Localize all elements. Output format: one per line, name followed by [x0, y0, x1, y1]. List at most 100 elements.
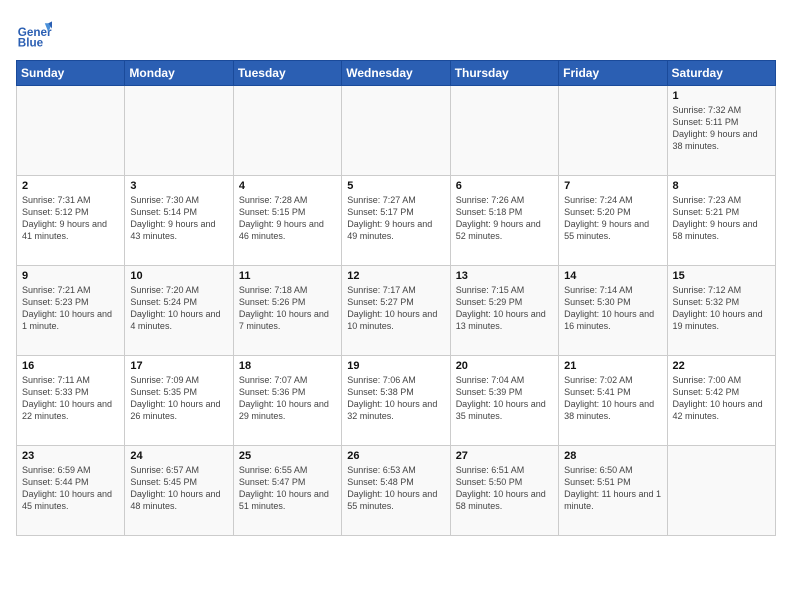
day-number: 14	[564, 270, 661, 282]
logo: General Blue	[16, 16, 56, 52]
day-info: Sunrise: 7:04 AM Sunset: 5:39 PM Dayligh…	[456, 374, 553, 423]
week-row-1: 1 Sunrise: 7:32 AM Sunset: 5:11 PM Daylig…	[17, 86, 776, 176]
day-cell: 1 Sunrise: 7:32 AM Sunset: 5:11 PM Daylig…	[667, 86, 775, 176]
day-number: 18	[239, 360, 336, 372]
day-number: 3	[130, 180, 227, 192]
day-cell: 19 Sunrise: 7:06 AM Sunset: 5:38 PM Dayli…	[342, 356, 450, 446]
day-cell: 4 Sunrise: 7:28 AM Sunset: 5:15 PM Daylig…	[233, 176, 341, 266]
day-cell: 26 Sunrise: 6:53 AM Sunset: 5:48 PM Dayli…	[342, 446, 450, 536]
day-cell: 24Sunrise: 6:57 AM Sunset: 5:45 PM Dayli…	[125, 446, 233, 536]
svg-text:Blue: Blue	[18, 37, 44, 50]
day-number: 21	[564, 360, 661, 372]
calendar-header: SundayMondayTuesdayWednesdayThursdayFrid…	[17, 61, 776, 86]
day-info: Sunrise: 6:55 AM Sunset: 5:47 PM Dayligh…	[239, 464, 336, 513]
day-cell: 14 Sunrise: 7:14 AM Sunset: 5:30 PM Dayli…	[559, 266, 667, 356]
day-cell: 9Sunrise: 7:21 AM Sunset: 5:23 PM Daylig…	[17, 266, 125, 356]
day-cell: 25 Sunrise: 6:55 AM Sunset: 5:47 PM Dayli…	[233, 446, 341, 536]
day-cell: 5Sunrise: 7:27 AM Sunset: 5:17 PM Daylig…	[342, 176, 450, 266]
header: General Blue	[16, 16, 776, 52]
day-number: 5	[347, 180, 444, 192]
day-info: Sunrise: 7:20 AM Sunset: 5:24 PM Dayligh…	[130, 284, 227, 333]
col-header-friday: Friday	[559, 61, 667, 86]
day-cell: 27 Sunrise: 6:51 AM Sunset: 5:50 PM Dayli…	[450, 446, 558, 536]
day-cell: 15 Sunrise: 7:12 AM Sunset: 5:32 PM Dayli…	[667, 266, 775, 356]
day-cell: 13 Sunrise: 7:15 AM Sunset: 5:29 PM Dayli…	[450, 266, 558, 356]
header-row: SundayMondayTuesdayWednesdayThursdayFrid…	[17, 61, 776, 86]
day-info: Sunrise: 7:30 AM Sunset: 5:14 PM Dayligh…	[130, 194, 227, 243]
day-cell: 18 Sunrise: 7:07 AM Sunset: 5:36 PM Dayli…	[233, 356, 341, 446]
day-info: Sunrise: 6:50 AM Sunset: 5:51 PM Dayligh…	[564, 464, 661, 513]
day-info: Sunrise: 7:09 AM Sunset: 5:35 PM Dayligh…	[130, 374, 227, 423]
day-cell	[342, 86, 450, 176]
week-row-2: 2Sunrise: 7:31 AM Sunset: 5:12 PM Daylig…	[17, 176, 776, 266]
day-cell: 7 Sunrise: 7:24 AM Sunset: 5:20 PM Daylig…	[559, 176, 667, 266]
week-row-4: 16 Sunrise: 7:11 AM Sunset: 5:33 PM Dayli…	[17, 356, 776, 446]
day-cell: 22 Sunrise: 7:00 AM Sunset: 5:42 PM Dayli…	[667, 356, 775, 446]
day-info: Sunrise: 7:18 AM Sunset: 5:26 PM Dayligh…	[239, 284, 336, 333]
day-info: Sunrise: 7:26 AM Sunset: 5:18 PM Dayligh…	[456, 194, 553, 243]
day-number: 22	[673, 360, 770, 372]
day-cell: 10 Sunrise: 7:20 AM Sunset: 5:24 PM Dayli…	[125, 266, 233, 356]
day-info: Sunrise: 7:15 AM Sunset: 5:29 PM Dayligh…	[456, 284, 553, 333]
day-info: Sunrise: 7:21 AM Sunset: 5:23 PM Dayligh…	[22, 284, 119, 333]
day-number: 15	[673, 270, 770, 282]
logo-icon: General Blue	[16, 16, 52, 52]
day-info: Sunrise: 7:11 AM Sunset: 5:33 PM Dayligh…	[22, 374, 119, 423]
day-cell: 3 Sunrise: 7:30 AM Sunset: 5:14 PM Daylig…	[125, 176, 233, 266]
col-header-thursday: Thursday	[450, 61, 558, 86]
day-number: 20	[456, 360, 553, 372]
day-info: Sunrise: 7:06 AM Sunset: 5:38 PM Dayligh…	[347, 374, 444, 423]
col-header-saturday: Saturday	[667, 61, 775, 86]
day-cell: 6 Sunrise: 7:26 AM Sunset: 5:18 PM Daylig…	[450, 176, 558, 266]
day-number: 23	[22, 450, 119, 462]
day-info: Sunrise: 7:28 AM Sunset: 5:15 PM Dayligh…	[239, 194, 336, 243]
day-cell: 21Sunrise: 7:02 AM Sunset: 5:41 PM Dayli…	[559, 356, 667, 446]
day-number: 11	[239, 270, 336, 282]
day-number: 24	[130, 450, 227, 462]
day-cell: 8Sunrise: 7:23 AM Sunset: 5:21 PM Daylig…	[667, 176, 775, 266]
day-info: Sunrise: 7:07 AM Sunset: 5:36 PM Dayligh…	[239, 374, 336, 423]
day-number: 12	[347, 270, 444, 282]
day-cell	[233, 86, 341, 176]
day-number: 26	[347, 450, 444, 462]
day-number: 2	[22, 180, 119, 192]
col-header-tuesday: Tuesday	[233, 61, 341, 86]
day-cell: 16 Sunrise: 7:11 AM Sunset: 5:33 PM Dayli…	[17, 356, 125, 446]
calendar-body: 1 Sunrise: 7:32 AM Sunset: 5:11 PM Daylig…	[17, 86, 776, 536]
day-number: 7	[564, 180, 661, 192]
day-cell	[17, 86, 125, 176]
day-info: Sunrise: 7:17 AM Sunset: 5:27 PM Dayligh…	[347, 284, 444, 333]
week-row-3: 9Sunrise: 7:21 AM Sunset: 5:23 PM Daylig…	[17, 266, 776, 356]
col-header-sunday: Sunday	[17, 61, 125, 86]
day-number: 1	[673, 90, 770, 102]
day-number: 10	[130, 270, 227, 282]
day-info: Sunrise: 7:12 AM Sunset: 5:32 PM Dayligh…	[673, 284, 770, 333]
col-header-monday: Monday	[125, 61, 233, 86]
day-info: Sunrise: 7:24 AM Sunset: 5:20 PM Dayligh…	[564, 194, 661, 243]
day-info: Sunrise: 6:51 AM Sunset: 5:50 PM Dayligh…	[456, 464, 553, 513]
calendar-table: SundayMondayTuesdayWednesdayThursdayFrid…	[16, 60, 776, 536]
day-cell: 11 Sunrise: 7:18 AM Sunset: 5:26 PM Dayli…	[233, 266, 341, 356]
day-number: 6	[456, 180, 553, 192]
day-info: Sunrise: 7:23 AM Sunset: 5:21 PM Dayligh…	[673, 194, 770, 243]
week-row-5: 23Sunrise: 6:59 AM Sunset: 5:44 PM Dayli…	[17, 446, 776, 536]
day-cell	[450, 86, 558, 176]
day-cell	[125, 86, 233, 176]
day-info: Sunrise: 7:00 AM Sunset: 5:42 PM Dayligh…	[673, 374, 770, 423]
day-number: 19	[347, 360, 444, 372]
day-cell: 17 Sunrise: 7:09 AM Sunset: 5:35 PM Dayli…	[125, 356, 233, 446]
day-info: Sunrise: 7:14 AM Sunset: 5:30 PM Dayligh…	[564, 284, 661, 333]
day-cell: 12 Sunrise: 7:17 AM Sunset: 5:27 PM Dayli…	[342, 266, 450, 356]
day-number: 28	[564, 450, 661, 462]
day-number: 27	[456, 450, 553, 462]
day-number: 17	[130, 360, 227, 372]
day-cell	[667, 446, 775, 536]
day-number: 16	[22, 360, 119, 372]
day-info: Sunrise: 7:32 AM Sunset: 5:11 PM Dayligh…	[673, 104, 770, 153]
day-number: 4	[239, 180, 336, 192]
day-info: Sunrise: 6:53 AM Sunset: 5:48 PM Dayligh…	[347, 464, 444, 513]
day-cell: 28 Sunrise: 6:50 AM Sunset: 5:51 PM Dayli…	[559, 446, 667, 536]
day-number: 25	[239, 450, 336, 462]
day-number: 13	[456, 270, 553, 282]
day-cell: 23Sunrise: 6:59 AM Sunset: 5:44 PM Dayli…	[17, 446, 125, 536]
